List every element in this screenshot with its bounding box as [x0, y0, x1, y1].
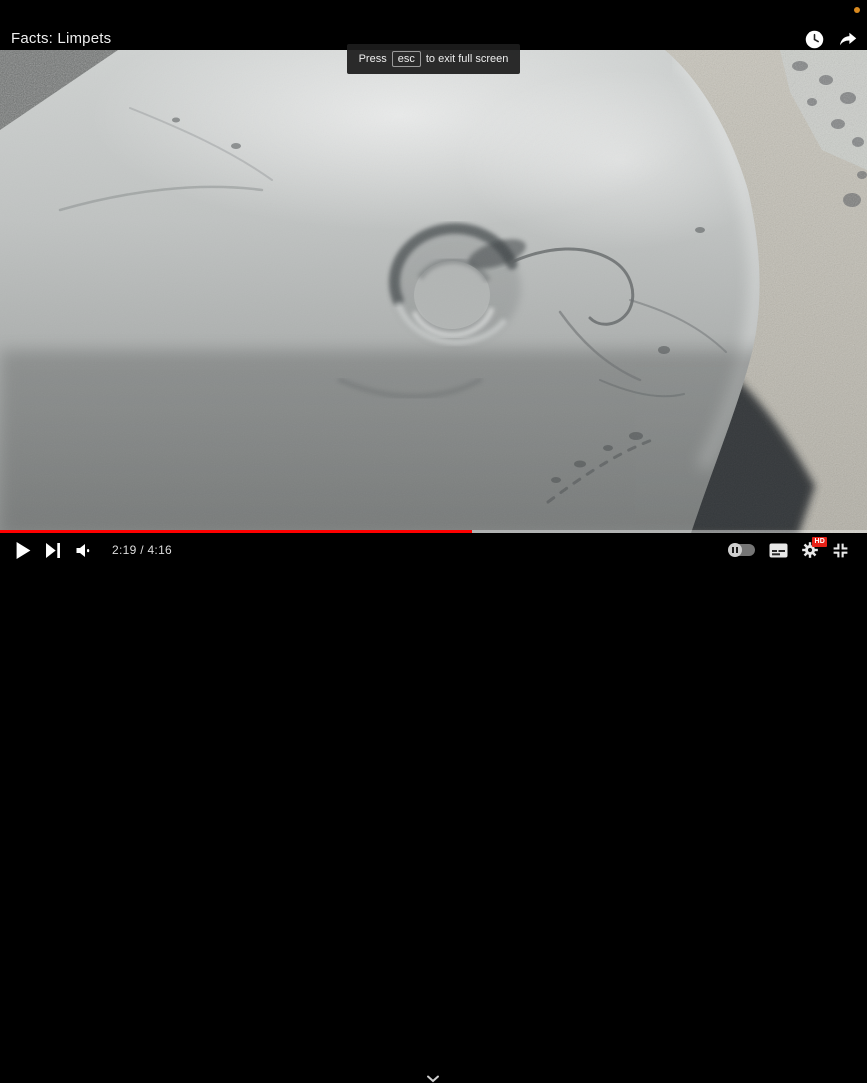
subtitles-button[interactable] [769, 543, 788, 558]
watch-later-icon [804, 29, 825, 50]
exit-fullscreen-icon [832, 542, 849, 559]
next-button[interactable] [46, 543, 60, 558]
video-scene [0, 50, 867, 536]
settings-button[interactable]: HD [802, 542, 818, 558]
controls-right: HD [729, 536, 849, 564]
volume-low-icon [75, 543, 91, 558]
chevron-down-icon [426, 1075, 440, 1083]
autoplay-toggle-knob [728, 543, 742, 557]
control-bar: 2:19 / 4:16 [0, 533, 867, 564]
top-actions [801, 26, 861, 52]
video-player: Facts: Limpets Press esc to exit full sc… [0, 0, 867, 564]
video-title: Facts: Limpets [11, 30, 111, 47]
esc-key-label: esc [392, 51, 421, 67]
volume-button[interactable] [75, 543, 91, 558]
time-display: 2:19 / 4:16 [112, 543, 172, 557]
video-frame[interactable] [0, 50, 867, 536]
hd-quality-badge: HD [812, 537, 827, 547]
watch-later-button[interactable] [801, 26, 827, 52]
play-icon [16, 542, 31, 559]
share-button[interactable] [835, 26, 861, 52]
controls-left: 2:19 / 4:16 [16, 536, 172, 564]
subtitles-icon [769, 543, 788, 558]
autoplay-toggle[interactable] [729, 544, 755, 556]
expand-chevron-button[interactable] [426, 1075, 440, 1083]
share-icon [837, 28, 859, 50]
next-icon [46, 543, 60, 558]
fullscreen-toast: Press esc to exit full screen [347, 44, 520, 74]
exit-fullscreen-button[interactable] [832, 542, 849, 559]
toast-suffix: to exit full screen [426, 53, 509, 65]
play-button[interactable] [16, 542, 31, 559]
toast-prefix: Press [359, 53, 387, 65]
recording-indicator-dot [854, 7, 860, 13]
